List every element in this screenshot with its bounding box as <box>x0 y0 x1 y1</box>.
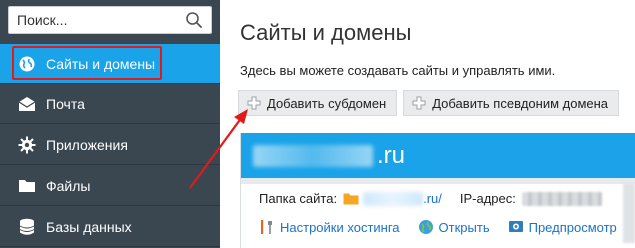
domain-tld[interactable]: .ru <box>377 142 405 170</box>
domain-panel: .ru Папка сайта: .ru/ IP-адрес: Настройк… <box>240 133 635 248</box>
tools-icon <box>261 220 272 234</box>
gear-icon <box>18 136 36 154</box>
sidebar-item-label: Файлы <box>46 177 91 194</box>
search-icon[interactable] <box>185 11 203 29</box>
plus-icon <box>247 96 261 110</box>
add-subdomain-button[interactable]: Добавить субдомен <box>238 90 398 116</box>
database-icon <box>18 218 36 236</box>
redacted-side-content <box>623 183 635 243</box>
preview-link[interactable]: Предпросмотр <box>508 219 617 235</box>
hosting-settings-label: Настройки хостинга <box>280 219 400 235</box>
sidebar-item-mail[interactable]: Почта <box>0 84 220 124</box>
domain-info-row: Папка сайта: .ru/ IP-адрес: <box>259 191 602 206</box>
page-title: Сайты и домены <box>240 20 412 45</box>
folder-icon <box>343 193 359 205</box>
redacted-folder-path <box>363 191 424 206</box>
domain-header: .ru <box>241 133 635 178</box>
envelope-icon <box>18 95 36 113</box>
add-domain-alias-label: Добавить псевдоним домена <box>432 95 609 111</box>
add-subdomain-label: Добавить субдомен <box>267 95 387 111</box>
open-label: Открыть <box>438 219 490 235</box>
sidebar: Сайты и домены Почта <box>0 0 220 248</box>
sidebar-item-label: Приложения <box>46 136 128 153</box>
open-site-link[interactable]: Открыть <box>418 219 490 235</box>
ip-label: IP-адрес: <box>459 191 516 206</box>
hosting-settings-link[interactable]: Настройки хостинга <box>259 219 400 235</box>
folder-link[interactable]: .ru/ <box>423 191 442 206</box>
sidebar-item-applications[interactable]: Приложения <box>0 125 220 165</box>
folder-label: Папка сайта: <box>259 191 338 206</box>
folder-icon <box>18 177 36 195</box>
redacted-domain-name <box>253 144 373 167</box>
add-domain-alias-button[interactable]: Добавить псевдоним домена <box>403 90 620 116</box>
search-input[interactable] <box>9 7 179 33</box>
main-content: Сайты и домены Здесь вы можете создавать… <box>220 0 635 248</box>
redacted-ip-address <box>521 191 602 206</box>
globe-open-icon <box>418 220 433 234</box>
sidebar-item-label: Базы данных <box>46 218 132 235</box>
sidebar-item-files[interactable]: Файлы <box>0 166 220 206</box>
toolbar: Добавить субдомен Добавить псевдоним дом… <box>238 90 625 116</box>
plus-icon <box>412 96 426 110</box>
search-box[interactable] <box>8 6 212 34</box>
sidebar-item-label: Почта <box>46 95 85 112</box>
domain-actions: Настройки хостинга Открыть Предпросмотр <box>259 219 635 235</box>
preview-label: Предпросмотр <box>528 219 617 235</box>
highlight-outline <box>12 46 162 80</box>
page-description: Здесь вы можете создавать сайты и управл… <box>240 63 556 78</box>
domain-strip <box>241 178 635 184</box>
sidebar-item-databases[interactable]: Базы данных <box>0 207 220 247</box>
preview-icon <box>508 221 523 232</box>
